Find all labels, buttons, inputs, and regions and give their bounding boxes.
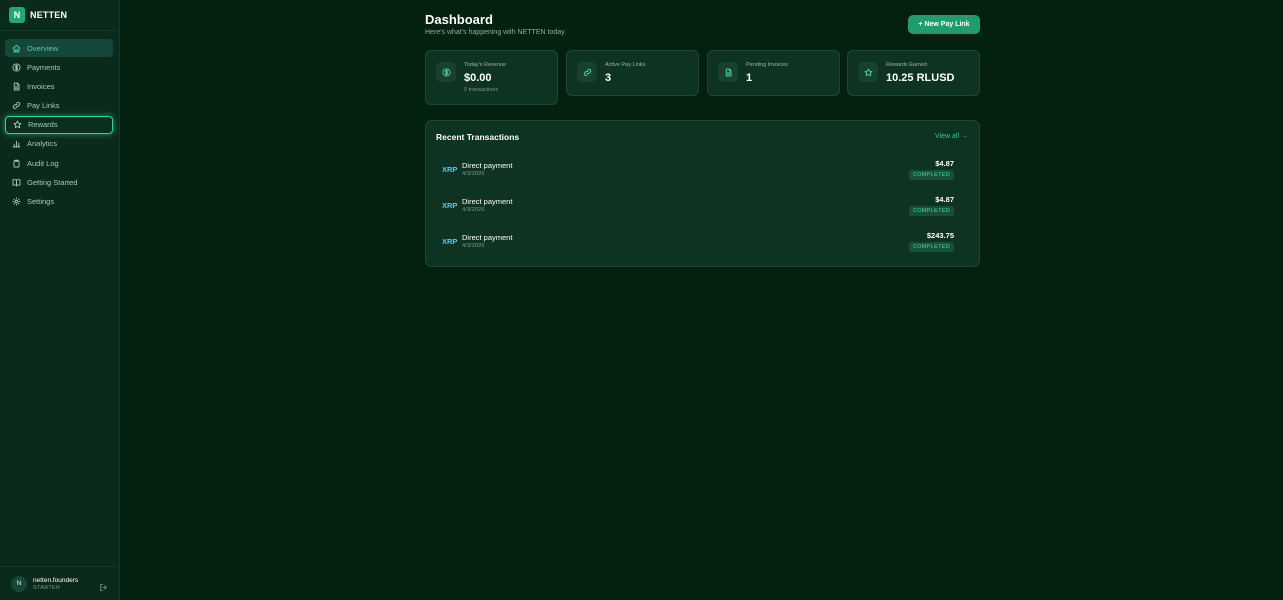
home-icon xyxy=(11,43,22,54)
brand-name: NETTEN xyxy=(30,10,68,20)
currency-label: XRP xyxy=(442,165,458,174)
brand-logo: N xyxy=(9,7,25,23)
stat-card-todays-revenue: Today's Revenue $0.00 0 transactions xyxy=(425,50,558,105)
sidebar-item-overview[interactable]: Overview xyxy=(5,39,113,57)
sidebar-item-audit-log[interactable]: Audit Log xyxy=(5,154,113,172)
stat-label: Rewards Earned xyxy=(886,62,927,68)
sidebar-item-label: Pay Links xyxy=(27,101,60,111)
currency-label: XRP xyxy=(442,201,458,210)
star-icon xyxy=(858,62,878,82)
sidebar-item-invoices[interactable]: Invoices xyxy=(5,77,113,95)
sidebar-item-label: Analytics xyxy=(27,139,58,149)
status-badge: COMPLETED xyxy=(909,242,954,252)
stat-subtext: 0 transactions xyxy=(464,87,499,93)
sidebar-item-pay-links[interactable]: Pay Links xyxy=(5,97,113,115)
sidebar-item-payments[interactable]: Payments xyxy=(5,58,113,76)
sidebar-item-label: Audit Log xyxy=(27,158,59,168)
clipboard-icon xyxy=(11,158,22,169)
user-plan: STARTER xyxy=(33,584,61,591)
sidebar-item-getting-started[interactable]: Getting Started xyxy=(5,173,113,191)
transaction-date: 4/3/2026 xyxy=(462,207,485,213)
transaction-date: 4/3/2026 xyxy=(462,243,485,249)
avatar: N xyxy=(11,575,27,592)
stat-label: Active Pay Links xyxy=(605,62,646,68)
gear-icon xyxy=(11,196,22,207)
stat-value: $0.00 xyxy=(464,72,492,84)
sidebar: N NETTEN Overview Payments Invoices Pay … xyxy=(0,0,120,600)
recent-transactions-panel: Recent Transactions View all → XRP Direc… xyxy=(425,120,980,267)
sidebar-item-rewards[interactable]: Rewards xyxy=(5,115,113,134)
view-all-link[interactable]: View all → xyxy=(935,133,968,140)
transaction-amount: $4.87 xyxy=(935,159,954,168)
star-icon xyxy=(12,119,23,130)
bar-chart-icon xyxy=(11,138,22,149)
link-icon xyxy=(11,100,22,111)
file-icon xyxy=(11,81,22,92)
book-icon xyxy=(11,177,22,188)
brand[interactable]: N NETTEN xyxy=(0,0,119,31)
new-pay-link-button[interactable]: + New Pay Link xyxy=(908,15,980,34)
sidebar-item-label: Rewards xyxy=(28,120,58,130)
stat-label: Today's Revenue xyxy=(464,62,507,68)
user-info: netten.founders STARTER xyxy=(33,577,78,591)
sidebar-item-label: Invoices xyxy=(27,81,55,91)
sidebar-item-settings[interactable]: Settings xyxy=(5,193,113,211)
dollar-circle-icon xyxy=(436,62,456,82)
panel-title: Recent Transactions xyxy=(436,132,520,142)
currency-label: XRP xyxy=(442,237,458,246)
stat-value: 3 xyxy=(605,72,612,84)
stat-value: 1 xyxy=(746,72,753,84)
user-name: netten.founders xyxy=(33,576,79,584)
stat-card-active-pay-links: Active Pay Links 3 xyxy=(566,50,699,96)
stat-card-pending-invoices: Pending Invoices 1 xyxy=(707,50,840,96)
file-icon xyxy=(718,62,738,82)
transaction-row[interactable]: XRP Direct payment 4/3/2026 $243.75 COMP… xyxy=(436,227,970,257)
logout-icon[interactable] xyxy=(99,579,108,592)
transaction-description: Direct payment xyxy=(462,233,513,242)
transaction-date: 4/3/2026 xyxy=(462,171,485,177)
transaction-row[interactable]: XRP Direct payment 4/3/2026 $4.87 COMPLE… xyxy=(436,191,970,221)
status-badge: COMPLETED xyxy=(909,206,954,216)
transaction-description: Direct payment xyxy=(462,161,513,170)
stat-card-rewards-earned: Rewards Earned 10.25 RLUSD xyxy=(847,50,980,96)
link-icon xyxy=(577,62,597,82)
sidebar-item-label: Overview xyxy=(27,43,59,53)
sidebar-item-label: Payments xyxy=(27,62,61,72)
sidebar-item-analytics[interactable]: Analytics xyxy=(5,135,113,153)
stat-label: Pending Invoices xyxy=(746,62,788,68)
transaction-amount: $4.87 xyxy=(935,195,954,204)
user-profile[interactable]: N netten.founders STARTER xyxy=(0,566,120,600)
status-badge: COMPLETED xyxy=(909,170,954,180)
dollar-circle-icon xyxy=(11,62,22,73)
page-subtitle: Here's what's happening with NETTEN toda… xyxy=(425,29,567,36)
transaction-amount: $243.75 xyxy=(926,231,954,240)
transaction-row[interactable]: XRP Direct payment 4/3/2026 $4.87 COMPLE… xyxy=(436,155,970,185)
page-title: Dashboard xyxy=(425,12,493,27)
sidebar-item-label: Settings xyxy=(27,197,55,206)
sidebar-item-label: Getting Started xyxy=(27,177,78,187)
transaction-description: Direct payment xyxy=(462,197,513,206)
stat-value: 10.25 RLUSD xyxy=(886,72,955,84)
sidebar-nav: Overview Payments Invoices Pay Links Rew… xyxy=(0,31,119,211)
